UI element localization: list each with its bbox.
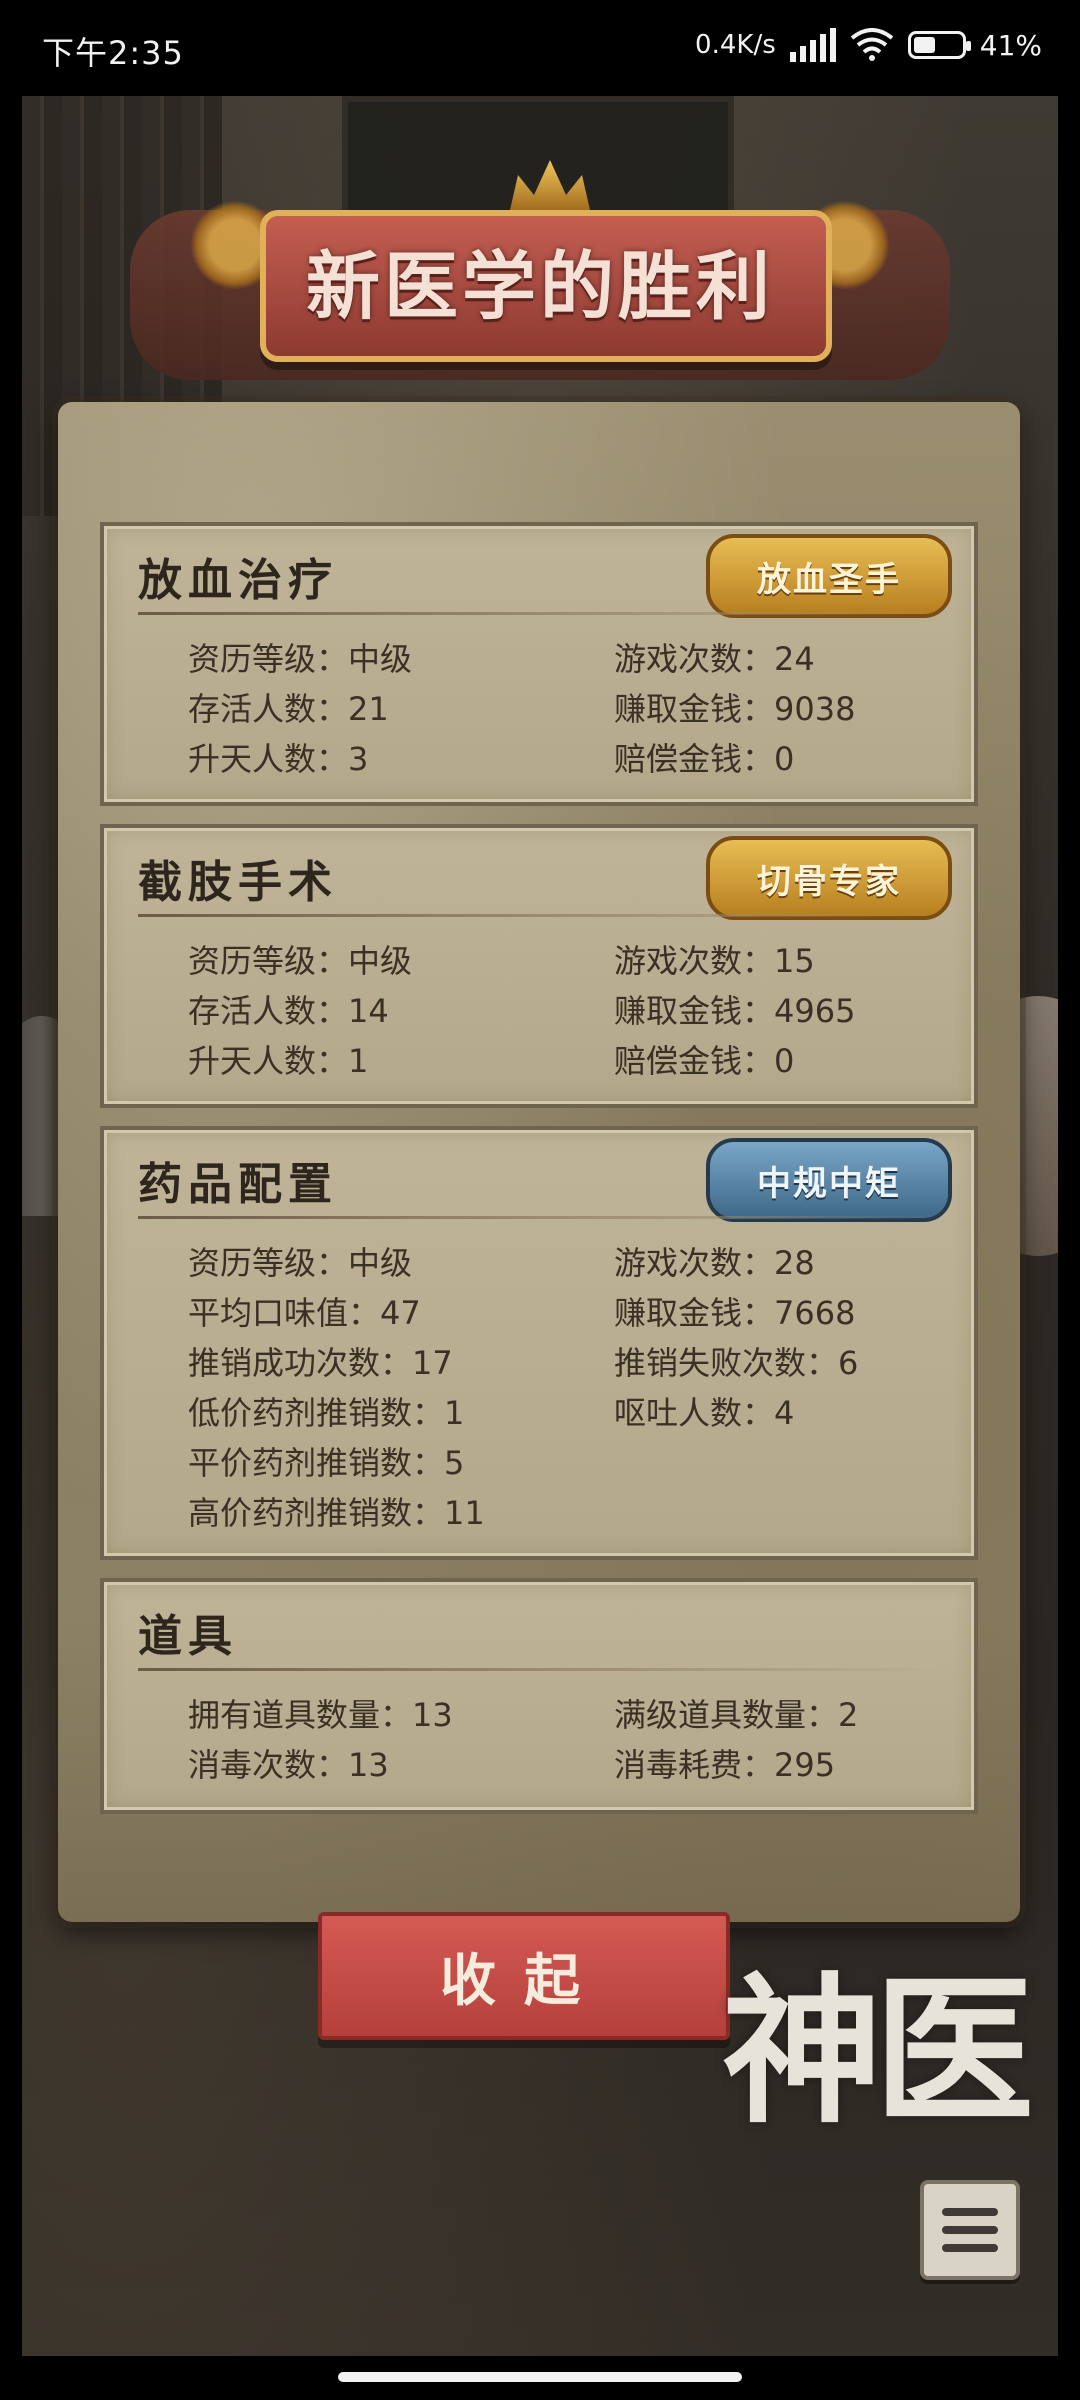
stats-grid: 资历等级：中级 游戏次数：28 平均口味值：47 赚取金钱：7668 推销成功次…: [188, 1242, 954, 1534]
battery-percent: 41%: [979, 28, 1042, 62]
stat-item: 赔偿金钱：0: [614, 740, 795, 778]
achievement-badge[interactable]: 切骨专家: [706, 836, 952, 920]
stat-item: 存活人数：21: [188, 690, 389, 728]
stat-item: 游戏次数：28: [614, 1244, 815, 1282]
menu-button[interactable]: [920, 2180, 1020, 2280]
stat-item: 升天人数：3: [188, 740, 369, 778]
stat-item: 低价药剂推销数：1: [188, 1394, 465, 1432]
stat-item: 消毒耗费：295: [614, 1746, 836, 1784]
divider: [138, 914, 940, 917]
stat-item: 资历等级：中级: [188, 640, 413, 678]
stat-item: 平价药剂推销数：5: [188, 1444, 465, 1482]
network-speed: 0.4K/s: [695, 30, 776, 60]
stat-item: 资历等级：中级: [188, 1244, 413, 1282]
stat-item: 呕吐人数：4: [614, 1394, 795, 1432]
title-banner: 新医学的胜利: [130, 140, 950, 420]
stat-item: 赔偿金钱：0: [614, 1042, 795, 1080]
section-title: 放血治疗: [138, 555, 338, 606]
status-bar: 下午2:35 0.4K/s 41%: [0, 0, 1080, 96]
section-amputation: 截肢手术 切骨专家 资历等级：中级 游戏次数：15 存活人数：14 赚取金钱：4…: [100, 824, 978, 1108]
achievement-badge[interactable]: 中规中矩: [706, 1138, 952, 1222]
stat-item: 赚取金钱：9038: [614, 690, 856, 728]
section-title: 截肢手术: [138, 857, 338, 908]
list-icon: [942, 2226, 998, 2234]
divider: [138, 1668, 940, 1671]
divider: [138, 612, 940, 615]
stat-item: 赚取金钱：7668: [614, 1294, 856, 1332]
stat-item: 高价药剂推销数：11: [188, 1494, 485, 1532]
stats-parchment: 放血治疗 放血圣手 资历等级：中级 游戏次数：24 存活人数：21 赚取金钱：9…: [58, 402, 1020, 1922]
list-icon: [942, 2244, 998, 2252]
home-indicator[interactable]: [338, 2372, 742, 2382]
stat-item: [614, 1492, 954, 1534]
game-logo: 神医: [722, 1957, 1034, 2145]
wifi-icon: [850, 28, 894, 61]
stat-item: 推销失败次数：6: [614, 1344, 859, 1382]
stat-item: 拥有道具数量：13: [188, 1696, 453, 1734]
stats-grid: 拥有道具数量：13 满级道具数量：2 消毒次数：13 消毒耗费：295: [188, 1694, 954, 1786]
stat-item: 游戏次数：24: [614, 640, 815, 678]
collapse-button[interactable]: 收起: [318, 1912, 730, 2040]
stat-item: [614, 1442, 954, 1484]
stats-grid: 资历等级：中级 游戏次数：24 存活人数：21 赚取金钱：9038 升天人数：3…: [188, 638, 954, 780]
stat-item: 存活人数：14: [188, 992, 389, 1030]
list-icon: [942, 2208, 998, 2216]
stat-item: 赚取金钱：4965: [614, 992, 856, 1030]
banner-title: 新医学的胜利: [306, 243, 774, 330]
stats-grid: 资历等级：中级 游戏次数：15 存活人数：14 赚取金钱：4965 升天人数：1…: [188, 940, 954, 1082]
section-items: 道具 拥有道具数量：13 满级道具数量：2 消毒次数：13 消毒耗费：295: [100, 1578, 978, 1814]
section-title: 药品配置: [138, 1159, 338, 1210]
stat-item: 游戏次数：15: [614, 942, 815, 980]
stat-item: 推销成功次数：17: [188, 1344, 453, 1382]
stat-item: 平均口味值：47: [188, 1294, 421, 1332]
battery-icon: [907, 31, 971, 59]
section-title: 道具: [138, 1611, 238, 1662]
section-bloodletting: 放血治疗 放血圣手 资历等级：中级 游戏次数：24 存活人数：21 赚取金钱：9…: [100, 522, 978, 806]
stat-item: 资历等级：中级: [188, 942, 413, 980]
crown-icon: [510, 160, 590, 210]
stat-item: 满级道具数量：2: [614, 1696, 859, 1734]
achievement-badge[interactable]: 放血圣手: [706, 534, 952, 618]
section-medicine: 药品配置 中规中矩 资历等级：中级 游戏次数：28 平均口味值：47 赚取金钱：…: [100, 1126, 978, 1560]
divider: [138, 1216, 940, 1219]
status-icons: 0.4K/s 41%: [695, 28, 1042, 62]
stat-item: 升天人数：1: [188, 1042, 369, 1080]
status-time: 下午2:35: [42, 34, 184, 72]
signal-icon: [789, 28, 836, 62]
stat-item: 消毒次数：13: [188, 1746, 389, 1784]
